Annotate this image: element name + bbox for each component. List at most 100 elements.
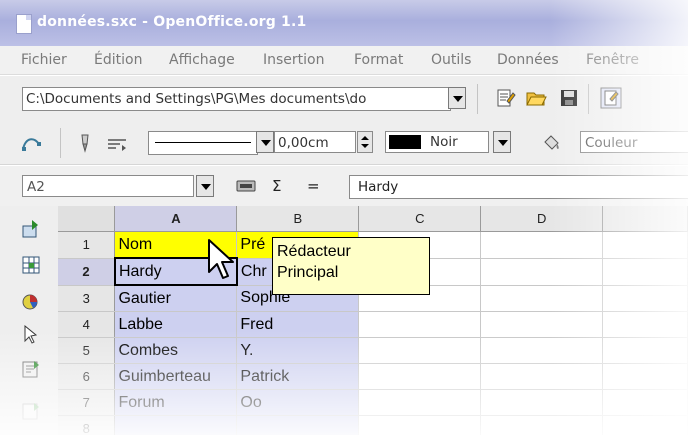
cell-d4[interactable]	[480, 311, 604, 338]
cell-b5[interactable]: Y.	[236, 337, 360, 364]
cell-e4[interactable]	[602, 311, 688, 338]
function-wizard-icon[interactable]	[235, 175, 257, 197]
save-icon[interactable]	[558, 87, 580, 109]
menu-affichage[interactable]: Affichage	[169, 52, 235, 68]
edit-file-icon[interactable]	[494, 87, 516, 109]
line-color-select[interactable]: Noir	[385, 131, 489, 153]
cell-d2[interactable]	[480, 258, 604, 286]
tooltip-line-2: Principal	[277, 264, 339, 281]
cell-b6[interactable]: Patrick	[236, 363, 360, 390]
url-field[interactable]: C:\Documents and Settings\PG\Mes documen…	[22, 87, 451, 111]
cell-e1[interactable]	[602, 231, 688, 259]
function-bar: C:\Documents and Settings\PG\Mes documen…	[0, 76, 688, 123]
name-box[interactable]: A2	[22, 175, 194, 197]
row-header-2[interactable]: 2	[58, 258, 116, 286]
row-header-8[interactable]: 8	[58, 415, 116, 435]
insert-object-icon[interactable]	[20, 358, 42, 380]
paint-bucket-icon[interactable]	[540, 132, 562, 154]
select-all-corner[interactable]	[58, 206, 116, 232]
title-bar: données.sxc - OpenOffice.org 1.1	[0, 0, 688, 46]
cell-a5[interactable]: Combes	[114, 337, 238, 364]
line-style-icon[interactable]	[106, 132, 128, 154]
mouse-pointer-icon	[208, 239, 234, 279]
cell-d3[interactable]	[480, 285, 604, 312]
window-title: données.sxc - OpenOffice.org 1.1	[37, 14, 307, 30]
toolbar-separator	[588, 84, 589, 114]
cell-d8[interactable]	[480, 415, 604, 435]
cell-e8[interactable]	[602, 415, 688, 435]
row-header-4[interactable]: 4	[58, 311, 116, 338]
equals-icon[interactable]: =	[307, 177, 320, 195]
cell-a8[interactable]	[114, 415, 238, 435]
line-color-swatch	[389, 135, 421, 149]
cell-e5[interactable]	[602, 337, 688, 364]
menu-fenetre[interactable]: Fenêtre	[586, 52, 639, 68]
curve-points-icon[interactable]	[20, 132, 42, 154]
insert-icon[interactable]	[20, 218, 42, 240]
comment-tooltip: Rédacteur Principal	[272, 237, 430, 295]
row-header-1[interactable]: 1	[58, 231, 116, 259]
select-arrow-icon[interactable]	[20, 323, 42, 345]
tooltip-line-1: Rédacteur	[277, 243, 351, 260]
cell-c4[interactable]	[358, 311, 482, 338]
cell-d6[interactable]	[480, 363, 604, 390]
cell-d7[interactable]	[480, 389, 604, 416]
column-header-d[interactable]: D	[480, 206, 604, 232]
insert-field-icon[interactable]	[20, 400, 42, 422]
menu-outils[interactable]: Outils	[431, 52, 471, 68]
cell-c7[interactable]	[358, 389, 482, 416]
row-header-7[interactable]: 7	[58, 389, 116, 416]
cell-e2[interactable]	[602, 258, 688, 286]
row-header-6[interactable]: 6	[58, 363, 116, 390]
formula-bar: A2 Σ = Hardy	[0, 166, 688, 207]
formula-input[interactable]: Hardy	[349, 175, 688, 199]
line-color-dropdown-button[interactable]	[493, 131, 511, 153]
line-color-label: Noir	[430, 134, 458, 150]
cell-b7[interactable]: Oo	[236, 389, 360, 416]
insert-cells-icon[interactable]	[20, 254, 42, 276]
cell-a3[interactable]: Gautier	[114, 285, 238, 312]
url-dropdown-button[interactable]	[448, 87, 466, 109]
menu-bar: Fichier Édition Affichage Insertion Form…	[0, 46, 688, 75]
fill-style-select[interactable]: Couleur	[580, 131, 688, 153]
cell-c5[interactable]	[358, 337, 482, 364]
row-header-3[interactable]: 3	[58, 285, 116, 312]
calc-window: données.sxc - OpenOffice.org 1.1 Fichier…	[0, 0, 688, 435]
cell-c6[interactable]	[358, 363, 482, 390]
menu-format[interactable]: Format	[354, 52, 403, 68]
column-header-b[interactable]: B	[236, 206, 360, 232]
pen-icon[interactable]	[74, 132, 96, 154]
menu-edition[interactable]: Édition	[94, 52, 142, 68]
line-width-field[interactable]: 0,00cm	[274, 131, 356, 153]
cell-d5[interactable]	[480, 337, 604, 364]
document-icon	[16, 14, 32, 34]
menu-insertion[interactable]: Insertion	[263, 52, 324, 68]
main-toolbar	[0, 206, 58, 435]
menu-donnees[interactable]: Données	[497, 52, 559, 68]
row-header-5[interactable]: 5	[58, 337, 116, 364]
cell-a7[interactable]: Forum	[114, 389, 238, 416]
cell-b8[interactable]	[236, 415, 360, 435]
cell-c8[interactable]	[358, 415, 482, 435]
cell-a6[interactable]: Guimberteau	[114, 363, 238, 390]
cell-e7[interactable]	[602, 389, 688, 416]
name-box-dropdown-button[interactable]	[196, 175, 214, 197]
cell-e6[interactable]	[602, 363, 688, 390]
menu-fichier[interactable]: Fichier	[21, 52, 67, 68]
insert-chart-icon[interactable]	[20, 290, 42, 312]
cell-e3[interactable]	[602, 285, 688, 312]
line-width-spinner[interactable]	[357, 131, 373, 153]
sum-icon[interactable]: Σ	[272, 177, 281, 195]
open-folder-icon[interactable]	[525, 87, 547, 109]
line-style-select[interactable]	[148, 131, 258, 155]
cell-d1[interactable]	[480, 231, 604, 259]
object-bar: 0,00cm Noir Couleur	[0, 122, 688, 165]
toolbar-separator	[60, 128, 61, 158]
column-header-c[interactable]: C	[358, 206, 482, 232]
cell-a4[interactable]: Labbe	[114, 311, 238, 338]
column-header-e[interactable]	[602, 206, 688, 232]
line-style-dropdown-button[interactable]	[256, 131, 274, 153]
edit-mode-icon[interactable]	[600, 87, 622, 109]
cell-b4[interactable]: Fred	[236, 311, 360, 338]
column-header-a[interactable]: A	[114, 206, 238, 232]
